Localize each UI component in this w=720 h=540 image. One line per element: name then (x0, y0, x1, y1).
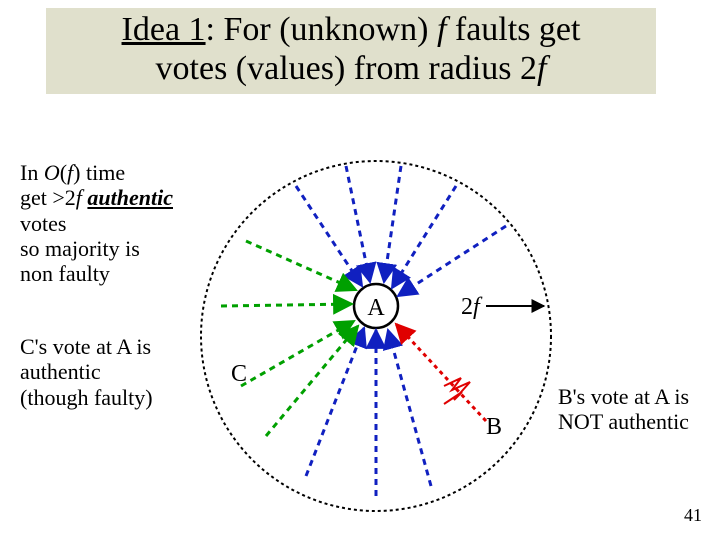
t: votes (20, 211, 66, 236)
t: B's vote at A is (558, 384, 689, 409)
t: so majority is (20, 236, 140, 261)
title-f-1: f (437, 11, 446, 48)
right-text: B's vote at A is NOT authentic (558, 384, 720, 435)
title-text-2: faults get (446, 11, 580, 48)
t: ( (60, 160, 67, 185)
t: NOT authentic (558, 409, 689, 434)
t: non faulty (20, 261, 110, 286)
title-text-1: : For (unknown) (206, 11, 437, 48)
slide-number: 41 (684, 505, 702, 526)
title-text-3: votes (values) from radius 2 (156, 50, 537, 87)
title-line-2: votes (values) from radius 2f (56, 49, 646, 88)
slide: Idea 1: For (unknown) f faults get votes… (0, 0, 720, 540)
left-text-2: C's vote at A is authentic (though fault… (20, 334, 205, 410)
t: ) time (73, 160, 125, 185)
label-a: A (367, 295, 385, 321)
label-2f: 2f (461, 294, 483, 320)
diagram-svg: A 2f B C (186, 146, 566, 526)
left-text-1: In O(f) time get >2f authentic votes so … (20, 160, 205, 286)
t: f (76, 185, 82, 210)
authentic-word: authentic (87, 185, 173, 210)
t: In (20, 160, 44, 185)
t: C's vote at A is (20, 334, 151, 359)
t: get >2 (20, 185, 76, 210)
label-b: B (486, 414, 502, 440)
title-idea: Idea 1 (122, 11, 206, 48)
t: authentic (20, 359, 101, 384)
t: (though faulty) (20, 385, 153, 410)
green-arrows (221, 241, 358, 436)
title-box: Idea 1: For (unknown) f faults get votes… (46, 8, 656, 94)
title-line-1: Idea 1: For (unknown) f faults get (56, 10, 646, 49)
t: O (44, 160, 60, 185)
title-f-2: f (537, 50, 546, 87)
